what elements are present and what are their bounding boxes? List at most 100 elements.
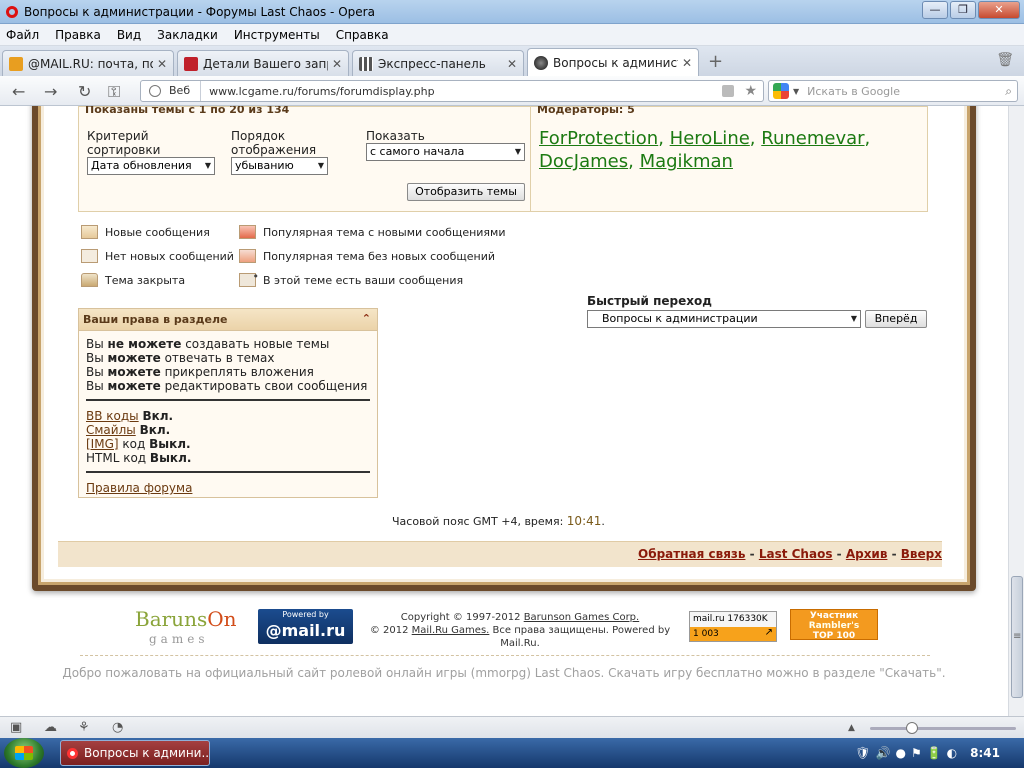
show-topics-button[interactable]: Отобразить темы bbox=[407, 183, 525, 201]
moderator-link[interactable]: ForProtection bbox=[539, 128, 658, 149]
collapse-icon[interactable]: ⌃ bbox=[362, 312, 371, 325]
battery-icon[interactable]: 🔋 bbox=[927, 746, 942, 760]
bookmark-star-icon[interactable]: ★ bbox=[744, 83, 757, 99]
smilies-line: Смайлы Вкл. bbox=[86, 423, 171, 437]
legend-label: Популярная тема с новыми сообщениями bbox=[263, 225, 506, 239]
menu-file[interactable]: Файл bbox=[6, 28, 39, 42]
shown-topics-label: Показаны темы с 1 по 20 из 134 bbox=[85, 106, 290, 116]
right-line: Вы можете редактировать свои сообщения bbox=[86, 379, 368, 393]
hot-new-envelope-icon bbox=[239, 225, 256, 239]
url-text[interactable]: www.lcgame.ru/forums/forumdisplay.php bbox=[201, 85, 722, 98]
security-shield-icon[interactable]: 🛡 bbox=[855, 746, 870, 760]
tab-request-details[interactable]: Детали Вашего запрос... ✕ bbox=[177, 50, 349, 76]
legend-new: Новые сообщения bbox=[81, 225, 210, 239]
menu-help[interactable]: Справка bbox=[336, 28, 389, 42]
lastchaos-link[interactable]: Last Chaos bbox=[759, 547, 833, 561]
network-status-icon[interactable]: ● bbox=[895, 746, 905, 760]
right-line: Вы можете прикреплять вложения bbox=[86, 365, 314, 379]
vertical-scrollbar[interactable]: ≡ bbox=[1008, 106, 1024, 716]
bbcode-link[interactable]: BB коды bbox=[86, 409, 139, 423]
top-link[interactable]: Вверх bbox=[901, 547, 942, 561]
order-select[interactable]: убыванию bbox=[231, 157, 328, 175]
maximize-button[interactable]: ❐ bbox=[950, 1, 976, 19]
tab-close-icon[interactable]: ✕ bbox=[507, 57, 517, 71]
rights-body: Вы не можете создавать новые темы Вы мож… bbox=[79, 331, 377, 501]
speed-gauge-icon[interactable]: ◔ bbox=[112, 720, 123, 735]
sort-select[interactable]: Дата обновления bbox=[87, 157, 215, 175]
sort-options: Показаны темы с 1 по 20 из 134 Критерий … bbox=[79, 106, 531, 211]
tab-speed-dial[interactable]: Экспресс-панель ✕ bbox=[352, 50, 524, 76]
zoom-slider-knob[interactable] bbox=[906, 722, 918, 734]
rights-title: Ваши права в разделе bbox=[83, 313, 228, 326]
img-code-link[interactable]: [IMG] bbox=[86, 437, 119, 451]
moderator-link[interactable]: Runemevar bbox=[761, 128, 864, 149]
mailru-games-link[interactable]: Mail.Ru Games. bbox=[412, 625, 490, 636]
address-mode[interactable]: Веб bbox=[141, 81, 202, 101]
search-box[interactable]: ▼ Искать в Google ⌕ bbox=[768, 80, 1018, 102]
search-icon[interactable]: ⌕ bbox=[1005, 84, 1012, 99]
footer-divider bbox=[80, 655, 930, 656]
forward-button[interactable]: → bbox=[44, 82, 57, 101]
archive-link[interactable]: Архив bbox=[846, 547, 888, 561]
address-bar[interactable]: Веб www.lcgame.ru/forums/forumdisplay.ph… bbox=[140, 80, 764, 102]
moderator-link[interactable]: Magikman bbox=[640, 151, 733, 172]
menu-bookmarks[interactable]: Закладки bbox=[157, 28, 218, 42]
rambler-top100-badge[interactable]: Участник Rambler's TOP 100 bbox=[790, 609, 878, 641]
show-select[interactable]: с самого начала bbox=[366, 143, 525, 161]
google-icon[interactable] bbox=[773, 83, 789, 99]
legend-closed: Тема закрыта bbox=[81, 273, 185, 287]
copyright: Copyright © 1997-2012 Barunson Games Cor… bbox=[369, 612, 671, 649]
tab-close-icon[interactable]: ✕ bbox=[332, 57, 342, 71]
quick-jump-select[interactable]: Вопросы к администрации bbox=[587, 310, 861, 328]
barunson-logo[interactable]: BarunsOn games bbox=[135, 609, 237, 649]
turbo-icon[interactable]: ⚘ bbox=[78, 720, 90, 735]
menu-edit[interactable]: Правка bbox=[55, 28, 101, 42]
quick-jump-go-button[interactable]: Вперёд bbox=[865, 310, 927, 328]
key-icon[interactable]: ⚿ bbox=[108, 82, 120, 102]
system-clock[interactable]: 8:41 bbox=[970, 746, 1000, 760]
minimize-button[interactable]: — bbox=[922, 1, 948, 19]
lock-icon bbox=[81, 273, 98, 287]
menu-tools[interactable]: Инструменты bbox=[234, 28, 320, 42]
reload-button[interactable]: ↻ bbox=[78, 82, 91, 101]
globe-tray-icon[interactable]: ◐ bbox=[947, 746, 957, 760]
mailru-favicon-icon bbox=[9, 56, 23, 71]
feedback-link[interactable]: Обратная связь bbox=[638, 547, 745, 561]
mailru-counter[interactable]: mail.ru 176330K 1 003 bbox=[689, 611, 777, 642]
taskbar-opera-window[interactable]: Вопросы к админи... bbox=[60, 740, 210, 766]
barunson-link[interactable]: Barunson Games Corp. bbox=[524, 612, 640, 623]
opera-logo-icon bbox=[6, 5, 18, 18]
zoom-slider[interactable] bbox=[870, 722, 1016, 734]
panel-toggle-icon[interactable]: ▣ bbox=[10, 720, 22, 735]
moderator-link[interactable]: DocJames bbox=[539, 151, 628, 172]
scroll-grip-icon: ≡ bbox=[1013, 631, 1022, 642]
trash-icon[interactable]: 🗑 bbox=[996, 52, 1014, 68]
tab-mailru[interactable]: @MAIL.RU: почта, пои... ✕ bbox=[2, 50, 174, 76]
search-input[interactable]: Искать в Google bbox=[807, 85, 1005, 98]
status-bar: ▣ ☁ ⚘ ◔ ▲ bbox=[0, 716, 1024, 738]
legend-hot-no-new: Популярная тема без новых сообщений bbox=[239, 249, 495, 263]
volume-icon[interactable]: 🔊 bbox=[876, 746, 891, 760]
back-button[interactable]: ← bbox=[12, 82, 25, 101]
close-window-button[interactable]: ✕ bbox=[978, 1, 1020, 19]
action-center-flag-icon[interactable]: ⚑ bbox=[911, 746, 922, 760]
start-button[interactable] bbox=[4, 738, 44, 768]
menu-view[interactable]: Вид bbox=[117, 28, 141, 42]
tab-close-icon[interactable]: ✕ bbox=[157, 57, 167, 71]
rights-header[interactable]: Ваши права в разделе ⌃ bbox=[79, 309, 377, 331]
tab-admin-questions[interactable]: Вопросы к админист... ✕ bbox=[527, 48, 699, 76]
navigation-bar: ← → ↻ ⚿ Веб www.lcgame.ru/forums/forumdi… bbox=[0, 76, 1024, 106]
unite-cloud-icon[interactable]: ☁ bbox=[44, 720, 57, 735]
mailru-logo[interactable]: Powered by @mail.ru bbox=[258, 609, 353, 644]
chevron-up-icon[interactable]: ▲ bbox=[848, 723, 855, 733]
request-favicon-icon bbox=[184, 56, 198, 71]
smilies-link[interactable]: Смайлы bbox=[86, 423, 136, 437]
new-tab-button[interactable]: + bbox=[708, 51, 723, 72]
tab-close-icon[interactable]: ✕ bbox=[682, 56, 692, 70]
forum-rules-link[interactable]: Правила форума bbox=[86, 481, 192, 495]
chevron-down-icon[interactable]: ▼ bbox=[793, 87, 799, 96]
rss-icon[interactable] bbox=[722, 85, 735, 97]
moderator-link[interactable]: HeroLine bbox=[670, 128, 750, 149]
sort-label: Критерий сортировки bbox=[87, 129, 161, 157]
display-options-box: Показаны темы с 1 по 20 из 134 Критерий … bbox=[78, 106, 928, 212]
